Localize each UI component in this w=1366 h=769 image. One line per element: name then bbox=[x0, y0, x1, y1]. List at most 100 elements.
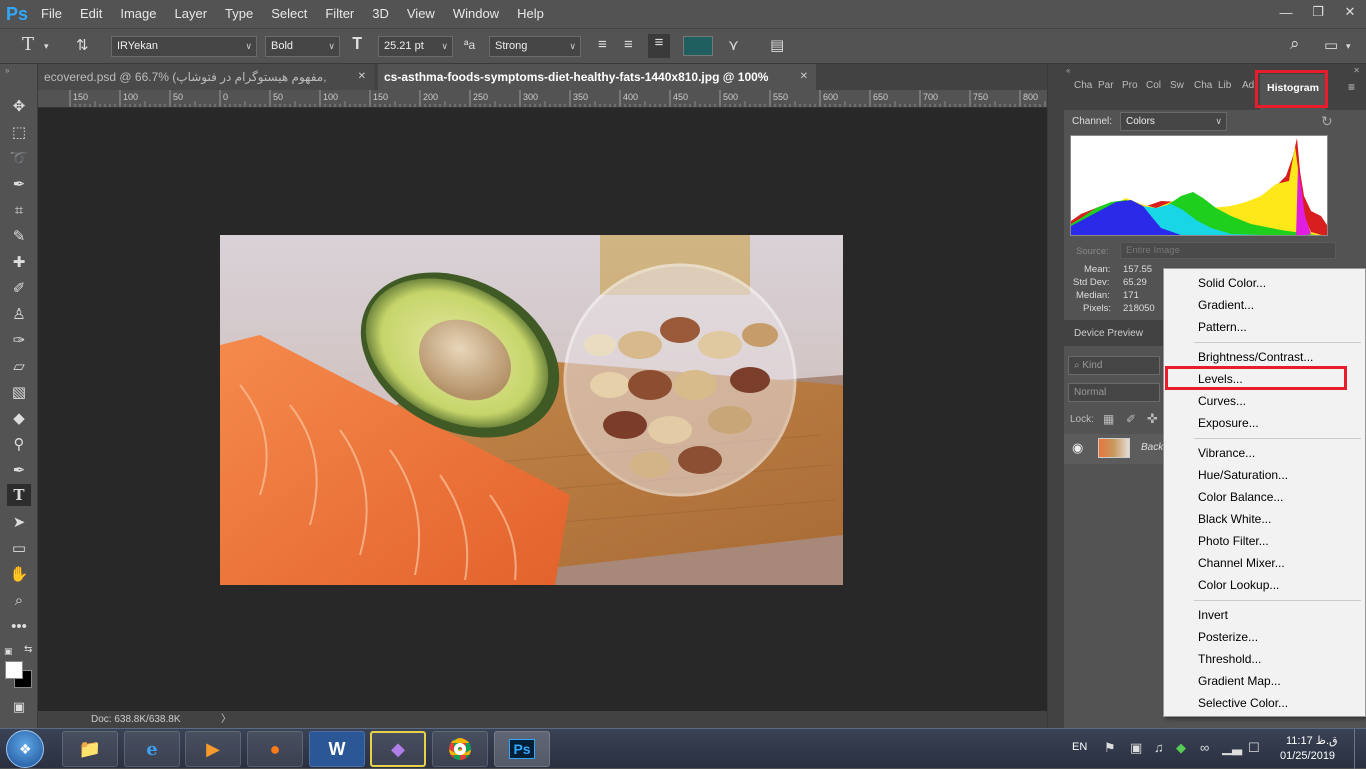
lasso-tool-icon[interactable]: ➰ bbox=[7, 148, 31, 170]
menu-filter[interactable]: Filter bbox=[316, 0, 363, 28]
refresh-icon[interactable]: ↻ bbox=[1321, 113, 1333, 130]
font-style-select[interactable]: Bold ∨ bbox=[265, 36, 340, 57]
taskbar-media-player[interactable]: ▶ bbox=[185, 731, 241, 767]
clock-time[interactable]: 11:17 ق.ظ bbox=[1286, 734, 1338, 747]
tab-adjustments[interactable]: Ad bbox=[1242, 80, 1254, 91]
menu-posterize[interactable]: Posterize... bbox=[1198, 630, 1258, 644]
layer-filter-kind[interactable]: ⌕ Kind bbox=[1068, 356, 1160, 375]
menu-threshold[interactable]: Threshold... bbox=[1198, 652, 1261, 666]
zoom-tool-icon[interactable]: ⌕ bbox=[7, 590, 31, 612]
lock-move-icon[interactable]: ✜ bbox=[1147, 411, 1158, 427]
tab-color[interactable]: Col bbox=[1146, 80, 1161, 91]
more-tools-icon[interactable]: ••• bbox=[7, 616, 31, 638]
gradient-tool-icon[interactable]: ▧ bbox=[7, 382, 31, 404]
menu-layer[interactable]: Layer bbox=[166, 0, 217, 28]
chevron-right-icon[interactable]: 〉 bbox=[221, 711, 231, 728]
close-icon[interactable]: ✕ bbox=[1353, 66, 1360, 75]
text-orientation-icon[interactable]: ⇅ bbox=[76, 36, 89, 54]
align-center-icon[interactable]: ≡ bbox=[624, 36, 633, 53]
menu-curves[interactable]: Curves... bbox=[1198, 394, 1246, 408]
document-image[interactable] bbox=[220, 235, 843, 585]
menu-window[interactable]: Window bbox=[444, 0, 508, 28]
warp-text-icon[interactable]: ⋎ bbox=[728, 36, 739, 54]
eye-icon[interactable]: ◉ bbox=[1072, 440, 1083, 456]
menu-vibrance[interactable]: Vibrance... bbox=[1198, 446, 1255, 460]
blur-tool-icon[interactable]: ◆ bbox=[7, 408, 31, 430]
tab-asthma-jpg[interactable]: cs-asthma-foods-symptoms-diet-healthy-fa… bbox=[378, 64, 816, 110]
character-panel-icon[interactable]: ▤ bbox=[770, 36, 784, 54]
menu-selective-color[interactable]: Selective Color... bbox=[1198, 696, 1288, 710]
menu-color-lookup[interactable]: Color Lookup... bbox=[1198, 578, 1279, 592]
tray-link-icon[interactable]: ∞ bbox=[1200, 740, 1209, 755]
menu-hue-saturation[interactable]: Hue/Saturation... bbox=[1198, 468, 1288, 482]
rectangle-tool-icon[interactable]: ▭ bbox=[7, 538, 31, 560]
search-icon[interactable]: ⌕ bbox=[1290, 34, 1300, 54]
close-icon[interactable]: ✕ bbox=[800, 64, 808, 90]
restore-button[interactable]: ❐ bbox=[1302, 0, 1334, 24]
menu-gradient[interactable]: Gradient... bbox=[1198, 298, 1254, 312]
eyedropper-tool-icon[interactable]: ✎ bbox=[7, 226, 31, 248]
tab-paragraph[interactable]: Par bbox=[1098, 80, 1114, 91]
foreground-color-swatch[interactable] bbox=[5, 661, 23, 679]
tab-libraries[interactable]: Lib bbox=[1218, 80, 1231, 91]
pen-tool-icon[interactable]: ✒ bbox=[7, 460, 31, 482]
quick-select-tool-icon[interactable]: ✒ bbox=[7, 174, 31, 196]
clone-stamp-icon[interactable]: ♙ bbox=[7, 304, 31, 326]
history-brush-icon[interactable]: ✑ bbox=[7, 330, 31, 352]
menu-photo-filter[interactable]: Photo Filter... bbox=[1198, 534, 1269, 548]
clock-date[interactable]: 01/25/2019 bbox=[1280, 750, 1335, 762]
marquee-tool-icon[interactable]: ⬚ bbox=[7, 122, 31, 144]
menu-file[interactable]: File bbox=[32, 0, 71, 28]
menu-channel-mixer[interactable]: Channel Mixer... bbox=[1198, 556, 1285, 570]
menu-invert[interactable]: Invert bbox=[1198, 608, 1228, 622]
antialias-select[interactable]: Strong ∨ bbox=[489, 36, 581, 57]
panel-menu-icon[interactable]: ≡ bbox=[1348, 80, 1355, 94]
taskbar-photoshop[interactable]: Ps bbox=[494, 731, 550, 767]
font-size-select[interactable]: 25.21 pt ∨ bbox=[378, 36, 453, 57]
blend-mode-select[interactable]: Normal bbox=[1068, 383, 1160, 402]
collapse-icon[interactable]: » bbox=[5, 66, 9, 75]
menu-image[interactable]: Image bbox=[111, 0, 165, 28]
menu-3d[interactable]: 3D bbox=[363, 0, 398, 28]
channel-select[interactable]: Colors ∨ bbox=[1120, 112, 1227, 131]
swap-colors-icon[interactable]: ⇆ bbox=[24, 644, 32, 655]
taskbar-chrome[interactable] bbox=[432, 731, 488, 767]
font-family-select[interactable]: IRYekan ∨ bbox=[111, 36, 257, 57]
crop-tool-icon[interactable]: ⌗ bbox=[7, 200, 31, 222]
menu-black-white[interactable]: Black White... bbox=[1198, 512, 1271, 526]
dodge-tool-icon[interactable]: ⚲ bbox=[7, 434, 31, 456]
healing-brush-icon[interactable]: ✚ bbox=[7, 252, 31, 274]
align-right-icon[interactable]: ≡ bbox=[648, 34, 670, 58]
quick-mask-icon[interactable]: ▣ bbox=[7, 696, 31, 718]
lock-transparent-icon[interactable]: ▦ bbox=[1103, 412, 1114, 426]
menu-exposure[interactable]: Exposure... bbox=[1198, 416, 1259, 430]
network-error-icon[interactable]: ⚑ bbox=[1104, 740, 1116, 756]
brush-tool-icon[interactable]: ✐ bbox=[7, 278, 31, 300]
minimize-button[interactable]: — bbox=[1270, 0, 1302, 24]
menu-type[interactable]: Type bbox=[216, 0, 262, 28]
tray-app-icon[interactable]: ▣ bbox=[1130, 740, 1142, 756]
tab-device-preview[interactable]: Device Preview bbox=[1074, 328, 1143, 339]
menu-help[interactable]: Help bbox=[508, 0, 553, 28]
canvas-area[interactable] bbox=[38, 108, 1047, 711]
menu-view[interactable]: View bbox=[398, 0, 444, 28]
workspace-icon[interactable]: ▭ bbox=[1324, 36, 1338, 54]
type-tool-icon[interactable]: T bbox=[7, 484, 31, 506]
taskbar-visual-studio[interactable]: ◆ bbox=[370, 731, 426, 767]
tab-properties[interactable]: Pro bbox=[1122, 80, 1138, 91]
taskbar-ie[interactable]: e bbox=[124, 731, 180, 767]
hand-tool-icon[interactable]: ✋ bbox=[7, 564, 31, 586]
eraser-tool-icon[interactable]: ▱ bbox=[7, 356, 31, 378]
type-tool-icon[interactable]: T bbox=[22, 34, 34, 55]
tray-update-icon[interactable]: ◆ bbox=[1176, 740, 1186, 756]
collapse-icon[interactable]: « bbox=[1066, 66, 1070, 75]
language-indicator[interactable]: EN bbox=[1072, 741, 1087, 753]
menu-solid-color[interactable]: Solid Color... bbox=[1198, 276, 1266, 290]
tab-character[interactable]: Cha bbox=[1194, 80, 1212, 91]
tray-device-icon[interactable]: ☐ bbox=[1248, 740, 1260, 756]
tab-recovered-psd[interactable]: ecovered.psd @ 66.7% (مفهوم هیستوگرام در… bbox=[38, 64, 374, 110]
menu-color-balance[interactable]: Color Balance... bbox=[1198, 490, 1283, 504]
show-desktop-button[interactable] bbox=[1354, 729, 1366, 769]
taskbar-word[interactable]: W bbox=[309, 731, 365, 767]
chevron-down-icon[interactable]: ▾ bbox=[1346, 41, 1351, 52]
